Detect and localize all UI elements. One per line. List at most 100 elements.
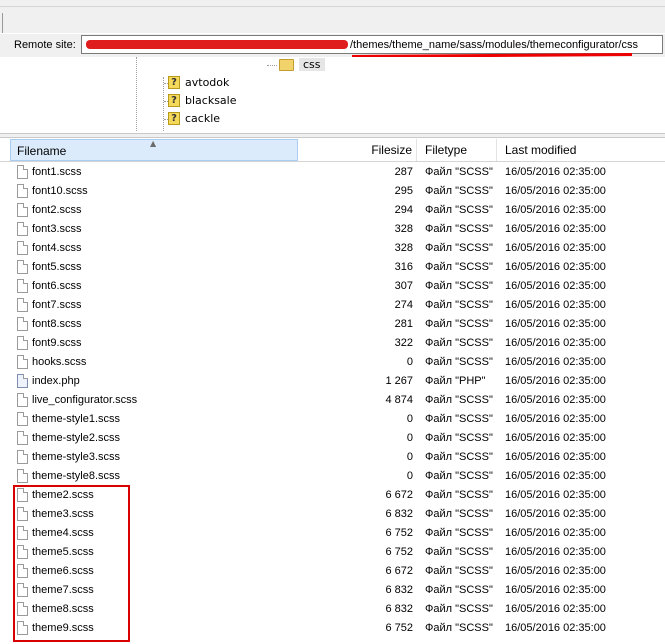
file-row[interactable]: hooks.scss 0 Файл "SCSS" 16/05/2016 02:35:0… (0, 353, 665, 372)
unknown-folder-icon: ? (168, 76, 180, 89)
file-name: theme-style3.scss (32, 451, 121, 463)
redaction-mark (86, 40, 348, 49)
file-type: Файл "SCSS" (425, 432, 493, 444)
unknown-folder-icon: ? (168, 94, 180, 107)
file-size: 6 672 (385, 565, 413, 577)
tree-item-cackle[interactable]: ? cackle (168, 112, 220, 125)
file-size: 0 (406, 413, 413, 425)
pane-splitter[interactable] (0, 133, 665, 138)
file-icon (17, 412, 28, 426)
file-name: hooks.scss (32, 356, 87, 368)
file-modified: 16/05/2016 02:35:00 (505, 470, 606, 482)
file-size: 0 (406, 470, 413, 482)
file-size: 6 672 (385, 489, 413, 501)
file-name: theme-style8.scss (32, 470, 121, 482)
column-header-filesize[interactable]: Filesize (298, 139, 417, 161)
tree-folder-css[interactable]: css (279, 58, 325, 71)
file-modified: 16/05/2016 02:35:00 (505, 546, 606, 558)
column-header-last-modified[interactable]: Last modified (497, 139, 665, 161)
tree-item-blacksale[interactable]: ? blacksale (168, 94, 237, 107)
file-name: font6.scss (32, 280, 82, 292)
file-row[interactable]: live_configurator.scss 4 874 Файл "SCSS" 16… (0, 391, 665, 410)
file-type: Файл "SCSS" (425, 318, 493, 330)
file-type: Файл "SCSS" (425, 622, 493, 634)
file-icon (17, 393, 28, 407)
tree-item-label: blacksale (185, 94, 237, 107)
file-modified: 16/05/2016 02:35:00 (505, 166, 606, 178)
file-row[interactable]: theme-style2.scss 0 Файл "SCSS" 16/05/2016 … (0, 429, 665, 448)
file-type: Файл "SCSS" (425, 489, 493, 501)
file-type: Файл "SCSS" (425, 166, 493, 178)
file-icon (17, 165, 28, 179)
column-header-filetype[interactable]: Filetype (417, 139, 497, 161)
file-row[interactable]: font10.scss 295 Файл "SCSS" 16/05/2016 02:3… (0, 182, 665, 201)
file-size: 307 (394, 280, 413, 292)
file-row[interactable]: font5.scss 316 Файл "SCSS" 16/05/2016 02:35… (0, 258, 665, 277)
file-row[interactable]: font6.scss 307 Файл "SCSS" 16/05/2016 02:35… (0, 277, 665, 296)
file-list-header: Filename Filesize Filetype Last modified (0, 139, 665, 162)
file-row[interactable]: font3.scss 328 Файл "SCSS" 16/05/2016 02:35… (0, 220, 665, 239)
file-size: 4 874 (385, 394, 413, 406)
file-modified: 16/05/2016 02:35:00 (505, 413, 606, 425)
file-modified: 16/05/2016 02:35:00 (505, 242, 606, 254)
file-row[interactable]: font8.scss 281 Файл "SCSS" 16/05/2016 02:35… (0, 315, 665, 334)
file-type: Файл "SCSS" (425, 356, 493, 368)
file-row[interactable]: font2.scss 294 Файл "SCSS" 16/05/2016 02:35… (0, 201, 665, 220)
php-file-icon (17, 374, 28, 388)
file-type: Файл "SCSS" (425, 337, 493, 349)
file-name: font5.scss (32, 261, 82, 273)
file-type: Файл "SCSS" (425, 603, 493, 615)
file-row[interactable]: theme-style8.scss 0 Файл "SCSS" 16/05/2016 … (0, 467, 665, 486)
annotation-highlight-box (13, 485, 130, 642)
file-row[interactable]: theme-style3.scss 0 Файл "SCSS" 16/05/2016 … (0, 448, 665, 467)
file-name: font2.scss (32, 204, 82, 216)
tree-guide-line (136, 57, 138, 131)
file-size: 1 267 (385, 375, 413, 387)
file-type: Файл "SCSS" (425, 261, 493, 273)
unknown-folder-icon: ? (168, 112, 180, 125)
file-row[interactable]: font1.scss 287 Файл "SCSS" 16/05/2016 02:35… (0, 163, 665, 182)
file-size: 6 832 (385, 603, 413, 615)
file-type: Файл "SCSS" (425, 299, 493, 311)
file-size: 281 (394, 318, 413, 330)
file-row[interactable]: font4.scss 328 Файл "SCSS" 16/05/2016 02:35… (0, 239, 665, 258)
file-size: 328 (394, 223, 413, 235)
file-name: font7.scss (32, 299, 82, 311)
toolbar-divider (0, 6, 665, 7)
file-size: 322 (394, 337, 413, 349)
file-size: 6 752 (385, 527, 413, 539)
file-name: index.php (32, 375, 80, 387)
file-size: 0 (406, 432, 413, 444)
file-modified: 16/05/2016 02:35:00 (505, 508, 606, 520)
file-row[interactable]: index.php 1 267 Файл "PHP" 16/05/2016 02:35… (0, 372, 665, 391)
file-modified: 16/05/2016 02:35:00 (505, 280, 606, 292)
file-type: Файл "SCSS" (425, 584, 493, 596)
file-icon (17, 469, 28, 483)
splitter-handle[interactable] (2, 13, 7, 33)
file-name: font3.scss (32, 223, 82, 235)
file-type: Файл "PHP" (425, 375, 486, 387)
file-type: Файл "SCSS" (425, 470, 493, 482)
file-modified: 16/05/2016 02:35:00 (505, 622, 606, 634)
file-size: 0 (406, 356, 413, 368)
file-icon (17, 260, 28, 274)
file-modified: 16/05/2016 02:35:00 (505, 394, 606, 406)
file-type: Файл "SCSS" (425, 242, 493, 254)
tree-item-avtodok[interactable]: ? avtodok (168, 76, 229, 89)
tree-item-label: cackle (185, 112, 221, 125)
file-size: 6 832 (385, 508, 413, 520)
file-row[interactable]: font7.scss 274 Файл "SCSS" 16/05/2016 02:35… (0, 296, 665, 315)
file-icon (17, 317, 28, 331)
file-row[interactable]: font9.scss 322 Файл "SCSS" 16/05/2016 02:35… (0, 334, 665, 353)
file-icon (17, 222, 28, 236)
file-type: Файл "SCSS" (425, 451, 493, 463)
file-type: Файл "SCSS" (425, 280, 493, 292)
file-type: Файл "SCSS" (425, 394, 493, 406)
file-row[interactable]: theme-style1.scss 0 Файл "SCSS" 16/05/2016 … (0, 410, 665, 429)
file-type: Файл "SCSS" (425, 565, 493, 577)
file-type: Файл "SCSS" (425, 413, 493, 425)
file-icon (17, 203, 28, 217)
remote-site-path-text: /themes/theme_name/sass/modules/themecon… (350, 39, 638, 51)
file-icon (17, 298, 28, 312)
tree-connector (267, 65, 277, 67)
